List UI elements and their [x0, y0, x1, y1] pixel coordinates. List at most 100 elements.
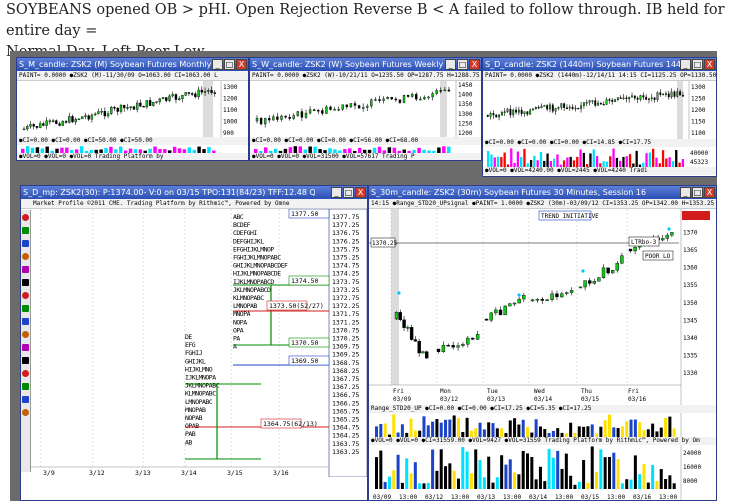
rect-icon[interactable]: [22, 292, 29, 299]
volume-bar: [582, 460, 586, 489]
volume-bar: [474, 449, 478, 489]
volume-bar: [465, 417, 469, 437]
grid-icon[interactable]: [22, 396, 29, 403]
daily-titlebar[interactable]: S_D_candle: ZSK2 (1440m) Soybean Futures…: [483, 58, 716, 71]
mp-price-label: 1372.75: [332, 294, 359, 302]
zoom-icon[interactable]: [22, 331, 29, 338]
volume-bar: [417, 147, 421, 153]
candle-body: [656, 92, 659, 100]
candle-body: [545, 299, 549, 301]
fib-icon[interactable]: [22, 266, 29, 273]
mp-price-label: 1377.75: [332, 213, 359, 221]
candle-body: [158, 98, 162, 102]
color-icon[interactable]: [22, 409, 29, 416]
weekly-chart-window[interactable]: S_W_candle: ZSK2 (W) Soybean Futures Wee…: [249, 57, 482, 161]
close-button[interactable]: X: [704, 59, 715, 70]
tpo-letter: A: [236, 335, 240, 343]
volume-bar: [508, 420, 512, 437]
volume-bar: [622, 156, 625, 167]
maximize-button[interactable]: □: [457, 59, 468, 70]
daily-axis-label: 1100: [691, 130, 706, 137]
text-icon[interactable]: [22, 279, 29, 286]
volume-bar: [504, 464, 508, 489]
thirty-day-label: Tue: [487, 388, 498, 395]
trendline-icon[interactable]: [22, 240, 29, 247]
mp-price-label: 1365.25: [332, 416, 359, 424]
thirty-titlebar[interactable]: S_30m_candle: ZSK2 (30m) Soybean Futures…: [369, 186, 716, 199]
maximize-button[interactable]: □: [224, 59, 235, 70]
volume-bar: [577, 426, 581, 437]
monthly-candle-chart[interactable]: 1300 1200 1100 1000 900: [17, 81, 248, 137]
candle-body: [113, 107, 116, 109]
thirty-time-label: 13:00: [399, 494, 417, 501]
lock-icon[interactable]: [22, 370, 29, 377]
volume-bar: [635, 150, 638, 167]
candle-body: [402, 95, 406, 103]
thirty-time-label: 13:00: [659, 494, 677, 501]
minimize-button[interactable]: _: [212, 59, 223, 70]
candle-body: [515, 109, 517, 113]
volume-bar: [564, 453, 568, 489]
maximize-button[interactable]: □: [692, 187, 703, 198]
weekly-candle-chart[interactable]: 1450 1400 1350 1300 1250 1200: [250, 81, 481, 137]
minimize-button[interactable]: _: [680, 187, 691, 198]
volume-bar: [538, 466, 542, 489]
volume-bar: [413, 462, 417, 489]
daily-candle-chart[interactable]: 1300 1250 1200 1150 1100: [483, 81, 716, 139]
close-button[interactable]: X: [704, 187, 715, 198]
monthly-info-line: PAINT= 0.0000 ●ZSK2 (M)-11/30/09 O=1063.…: [17, 71, 248, 81]
candle-body: [580, 105, 583, 109]
candle-body: [119, 104, 123, 112]
volume-bar: [503, 152, 506, 167]
close-button[interactable]: X: [236, 59, 247, 70]
market-profile-window[interactable]: S_D_mp: ZSK2(30): P:1374.00- V:0 on 03/1…: [20, 185, 368, 501]
candle-body: [670, 232, 674, 236]
thirty-minute-candle-chart[interactable]: 1370.25 TREND INITIATIVE LTRbo-3 POOR LO 137…: [369, 209, 716, 405]
cursor-icon[interactable]: [22, 214, 29, 221]
minimize-button[interactable]: _: [445, 59, 456, 70]
volume-bar: [648, 152, 652, 167]
candle-body: [560, 103, 563, 108]
minimize-button[interactable]: _: [331, 187, 342, 198]
mp-price-label: 1375.25: [332, 254, 359, 262]
mp-titlebar[interactable]: S_D_mp: ZSK2(30): P:1374.00- V:0 on 03/1…: [21, 186, 367, 199]
hline-icon[interactable]: [22, 253, 29, 260]
market-profile-chart[interactable]: 1377.751377.251376.751376.251375.751375.…: [21, 209, 367, 477]
volume-bar: [638, 474, 642, 489]
thirty-minute-window[interactable]: S_30m_candle: ZSK2 (30m) Soybean Futures…: [368, 185, 717, 501]
volume-bar: [435, 419, 439, 437]
volume-bar: [387, 476, 391, 489]
candle-body: [48, 120, 52, 122]
monthly-titlebar[interactable]: S_M_candle: ZSK2 (M) Soybean Futures Mon…: [17, 58, 248, 71]
weekly-axis-label: 1300: [458, 111, 473, 118]
tpo-letter: B: [202, 406, 206, 414]
monthly-title: S_M_candle: ZSK2 (M) Soybean Futures Mon…: [19, 60, 212, 69]
crosshair-icon[interactable]: [22, 227, 29, 234]
weekly-titlebar[interactable]: S_W_candle: ZSK2 (W) Soybean Futures Wee…: [250, 58, 481, 71]
candle-body: [110, 107, 113, 114]
maximize-button[interactable]: □: [692, 59, 703, 70]
thirty-day-label: Fri: [628, 388, 639, 395]
close-button[interactable]: X: [355, 187, 366, 198]
candle-body: [597, 102, 600, 106]
volume-bar: [493, 157, 496, 167]
monthly-chart-window[interactable]: S_M_candle: ZSK2 (M) Soybean Futures Mon…: [16, 57, 249, 161]
eraser-icon[interactable]: [22, 357, 29, 364]
thirty-volume-axis-label: 8000: [683, 478, 698, 485]
maximize-button[interactable]: □: [343, 187, 354, 198]
candle-body: [642, 95, 645, 98]
candle-body: [534, 106, 537, 110]
mp-price-label: 1364.25: [332, 432, 359, 440]
candle-body: [148, 100, 152, 106]
pan-icon[interactable]: [22, 344, 29, 351]
volume-bar: [437, 147, 441, 153]
candle-body: [577, 107, 580, 110]
weekly-oscillator-line: ●CI=0.00 ●CI=0.00 ●CI=0.00 ●CI=56.00 ●CI…: [250, 137, 481, 145]
volume-bar: [642, 430, 646, 437]
arrow-icon[interactable]: [22, 318, 29, 325]
minimize-button[interactable]: _: [680, 59, 691, 70]
close-button[interactable]: X: [469, 59, 480, 70]
alert-icon[interactable]: [22, 383, 29, 390]
circle-icon[interactable]: [22, 305, 29, 312]
daily-chart-window[interactable]: S_D_candle: ZSK2 (1440m) Soybean Futures…: [482, 57, 717, 177]
